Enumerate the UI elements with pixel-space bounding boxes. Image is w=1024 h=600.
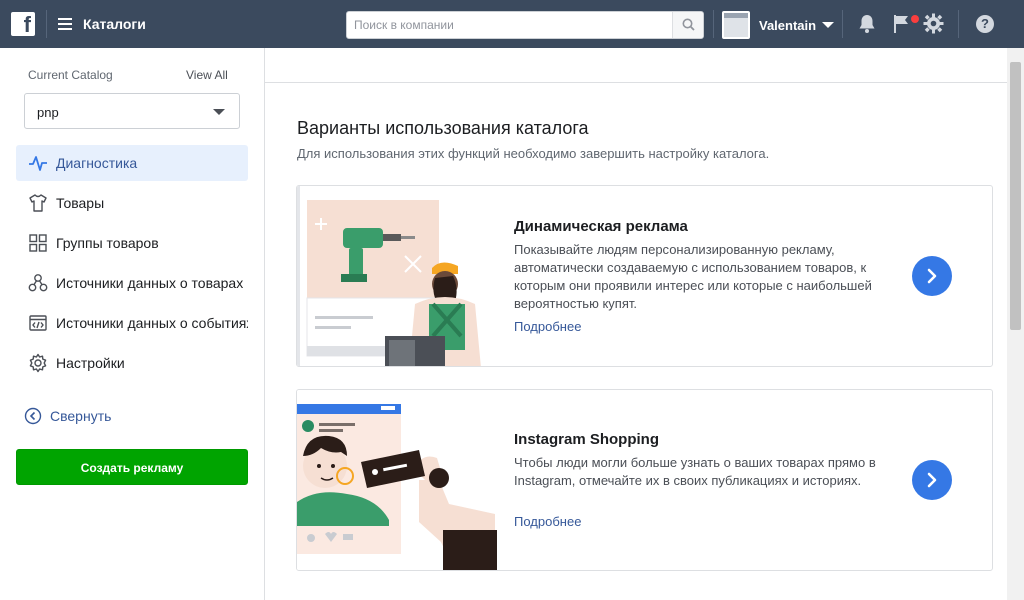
card-description: Чтобы люди могли больше узнать о ваших т… — [514, 455, 876, 488]
help-icon[interactable]: ? — [976, 15, 994, 33]
card-description: Показывайте людям персонализированную ре… — [514, 242, 872, 311]
scrollbar-thumb[interactable] — [1010, 62, 1021, 330]
divider — [713, 10, 714, 38]
open-dynamic-ads-button[interactable] — [912, 256, 952, 296]
learn-more-link[interactable]: Подробнее — [514, 514, 581, 529]
divider — [265, 82, 1007, 83]
chevron-left-circle-icon — [24, 407, 42, 425]
dynamic-ads-card: Динамическая реклама Показывайте людям п… — [296, 185, 993, 367]
collapse-button[interactable]: Свернуть — [24, 407, 111, 425]
learn-more-link[interactable]: Подробнее — [514, 319, 581, 334]
sidebar-item-label: Источники данных о событиях — [56, 315, 248, 331]
search-button[interactable] — [672, 12, 703, 38]
sidebar-item-label: Настройки — [56, 355, 125, 371]
card-title: Динамическая реклама — [514, 218, 688, 235]
chevron-down-icon — [822, 22, 835, 28]
code-window-icon — [29, 315, 47, 331]
current-catalog-label: Current Catalog — [28, 68, 113, 82]
chevron-right-icon — [927, 472, 937, 488]
grid-icon — [29, 234, 47, 252]
sidebar-item-label: Диагностика — [56, 155, 138, 171]
catalog-select[interactable]: pnp — [24, 93, 240, 129]
scrollbar[interactable] — [1007, 48, 1024, 600]
divider — [46, 10, 47, 38]
bell-icon[interactable] — [858, 14, 876, 34]
sidebar-item-product-data-sources[interactable]: Источники данных о товарах — [16, 265, 248, 301]
divider — [958, 10, 959, 38]
gear-icon[interactable] — [923, 13, 944, 34]
sidebar-item-label: Товары — [56, 195, 105, 211]
chevron-right-icon — [927, 268, 937, 284]
avatar — [722, 11, 750, 39]
open-instagram-shopping-button[interactable] — [912, 460, 952, 500]
create-ad-button[interactable]: Создать рекламу — [16, 449, 248, 485]
sidebar-item-diagnostics[interactable]: Диагностика — [16, 145, 248, 181]
pulse-icon — [29, 156, 47, 171]
sidebar-item-label: Группы товаров — [56, 235, 159, 251]
search-icon — [682, 18, 695, 31]
collapse-label: Свернуть — [50, 408, 112, 424]
top-bar: f Каталоги Valentain ? — [0, 0, 1024, 48]
app-title: Каталоги — [83, 16, 146, 32]
dynamic-ads-illustration — [297, 186, 497, 366]
search-box — [346, 11, 704, 39]
page-subtitle: Для использования этих функций необходим… — [297, 146, 770, 161]
sidebar-item-event-data-sources[interactable]: Источники данных о событиях — [16, 305, 248, 341]
card-title: Instagram Shopping — [514, 431, 660, 448]
notification-dot — [911, 15, 919, 23]
chevron-down-icon — [213, 109, 225, 115]
account-menu[interactable]: Valentain — [722, 11, 835, 39]
sidebar-item-products[interactable]: Товары — [16, 185, 248, 221]
sidebar-item-settings[interactable]: Настройки — [16, 345, 248, 381]
menu-icon[interactable] — [58, 18, 72, 30]
page-title: Варианты использования каталога — [297, 118, 589, 138]
sidebar-item-label: Источники данных о товарах — [56, 275, 244, 291]
instagram-shopping-card: Instagram Shopping Чтобы люди могли боль… — [296, 389, 993, 571]
data-sources-icon — [28, 274, 48, 292]
divider — [842, 10, 843, 38]
instagram-shopping-illustration — [297, 390, 497, 570]
catalog-select-value: pnp — [37, 105, 59, 120]
account-name: Valentain — [759, 17, 817, 33]
sidebar-nav: Диагностика Товары Группы товаров Источн… — [16, 145, 248, 385]
flag-icon[interactable] — [893, 14, 911, 34]
search-input[interactable] — [347, 12, 667, 38]
view-all-link[interactable]: View All — [186, 68, 228, 82]
tshirt-icon — [29, 194, 47, 212]
main-content: Варианты использования каталога Для испо… — [265, 48, 1007, 600]
facebook-logo[interactable]: f — [11, 12, 35, 36]
sidebar-item-product-sets[interactable]: Группы товаров — [16, 225, 248, 261]
sidebar: Current Catalog View All pnp Диагностика… — [0, 48, 265, 600]
gear-icon — [29, 353, 47, 373]
